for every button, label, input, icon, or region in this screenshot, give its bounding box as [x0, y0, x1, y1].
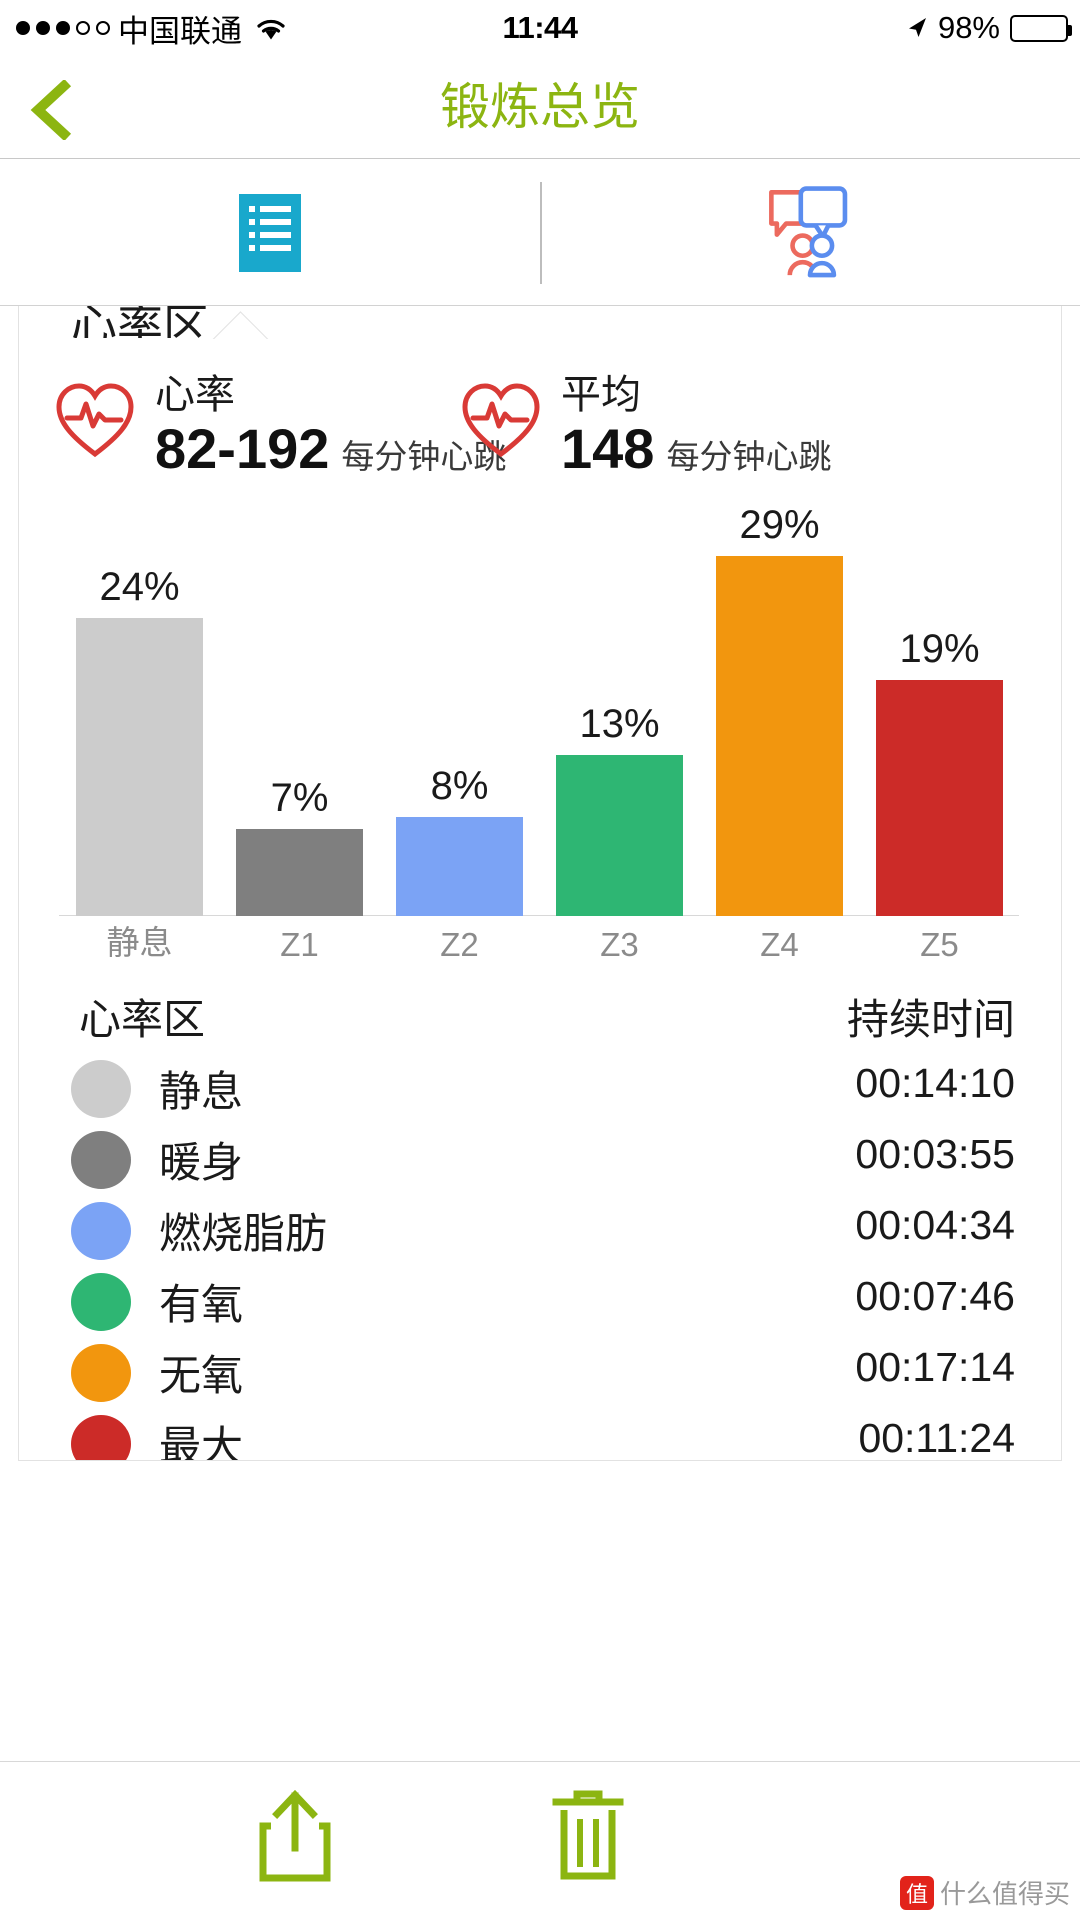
- zone-name: 暖身: [159, 1139, 244, 1186]
- stat-texts: 心率 82-192 每分钟心跳: [155, 372, 506, 480]
- card-notch: [203, 306, 295, 339]
- delete-button[interactable]: [528, 1788, 648, 1888]
- page-title: 锻炼总览: [440, 79, 640, 135]
- bar-value-label: 24%: [99, 565, 180, 609]
- zone-color-swatch: [71, 1415, 131, 1460]
- list-icon-row: [249, 218, 291, 225]
- tab-summary[interactable]: [0, 160, 540, 305]
- bar-column: 29% Z4: [716, 503, 843, 963]
- bar-value-label: 13%: [579, 702, 660, 746]
- zone-color-swatch: [71, 1131, 131, 1189]
- table-header-zone: 心率区: [79, 996, 206, 1043]
- bar-value-label: 7%: [270, 776, 329, 820]
- table-header-row: 心率区 持续时间: [19, 976, 1061, 1054]
- heart-rate-stats: 心率 82-192 每分钟心跳 平均 148 每分钟心跳: [19, 372, 1061, 482]
- zone-duration: 00:03:55: [855, 1131, 1015, 1177]
- nav-bar: 锻炼总览: [0, 56, 1080, 159]
- zone-duration: 00:17:14: [855, 1344, 1015, 1390]
- battery-percent-label: 98%: [937, 10, 1000, 45]
- share-button[interactable]: [235, 1788, 355, 1888]
- bar-value-label: 19%: [899, 627, 980, 671]
- bar-rect: [556, 755, 683, 916]
- bar-value-label: 8%: [430, 764, 489, 808]
- stat-heart-rate-range: 心率 82-192 每分钟心跳: [53, 372, 506, 480]
- bar-axis-label: Z2: [440, 926, 479, 963]
- table-header-duration: 持续时间: [846, 996, 1015, 1043]
- tab-bar: [0, 160, 1080, 306]
- app-screen: 中国联通 11:44 98% 锻炼总览 心率区 心率 82-192 每分钟心跳 …: [0, 0, 1080, 1921]
- bar-rect: [716, 556, 843, 916]
- tab-social[interactable]: [540, 160, 1080, 305]
- bar-rect: [236, 829, 363, 916]
- list-icon-row: [249, 244, 291, 251]
- zone-duration: 00:07:46: [855, 1273, 1015, 1319]
- bar-column: 24% 静息: [76, 565, 203, 961]
- table-row: 暖身 00:03:55: [19, 1125, 1061, 1196]
- zone-duration-table: 心率区 持续时间 静息 00:14:10 暖身 00:03:55 燃烧脂肪 00:04:3…: [19, 976, 1061, 1461]
- location-arrow-icon: [906, 16, 928, 40]
- bar-axis-label: Z5: [920, 926, 959, 963]
- trash-icon: [550, 1788, 626, 1889]
- status-bar: 中国联通 11:44 98%: [0, 0, 1080, 56]
- stat-label: 心率: [155, 373, 235, 417]
- heart-pulse-icon: [459, 380, 543, 460]
- bar-rect: [876, 680, 1003, 916]
- table-row: 最大 00:11:24: [19, 1409, 1061, 1461]
- zone-color-swatch: [71, 1273, 131, 1331]
- stat-value: 148: [561, 417, 655, 480]
- status-bar-right: 98%: [906, 0, 1072, 56]
- watermark: 值 什么值得买: [899, 1874, 1070, 1911]
- battery-cap: [1067, 24, 1072, 36]
- bar-column: 7% Z1: [236, 776, 363, 963]
- chart-baseline: [59, 915, 1019, 916]
- share-upload-icon: [255, 1788, 335, 1889]
- zone-duration: 00:04:34: [855, 1202, 1015, 1248]
- zone-name: 无氧: [159, 1352, 244, 1399]
- table-row: 静息 00:14:10: [19, 1054, 1061, 1125]
- chat-people-icon: [764, 179, 856, 286]
- table-row: 有氧 00:07:46: [19, 1267, 1061, 1338]
- stat-value-row: 82-192 每分钟心跳: [155, 418, 506, 480]
- zone-color-swatch: [71, 1202, 131, 1260]
- list-icon: [239, 193, 301, 272]
- stat-value-row: 148 每分钟心跳: [561, 418, 831, 480]
- watermark-text: 什么值得买: [939, 1879, 1070, 1909]
- list-icon-row: [249, 205, 291, 212]
- card-section-title: 心率区: [71, 306, 209, 338]
- bar-rect: [76, 618, 203, 916]
- zone-color-swatch: [71, 1060, 131, 1118]
- heart-rate-card: 心率区 心率 82-192 每分钟心跳 平均 148 每分钟心跳 24% 静息 …: [18, 306, 1062, 1461]
- bar-value-label: 29%: [739, 503, 820, 547]
- zone-duration: 00:11:24: [858, 1415, 1015, 1461]
- zone-name: 最大: [159, 1423, 244, 1461]
- bar-rect: [396, 817, 523, 916]
- watermark-badge: 值: [899, 1875, 934, 1910]
- stat-label: 平均: [561, 373, 641, 417]
- zone-color-swatch: [71, 1344, 131, 1402]
- heart-pulse-icon: [53, 380, 137, 460]
- stat-average-heart-rate: 平均 148 每分钟心跳: [459, 372, 831, 480]
- bar-column: 19% Z5: [876, 627, 1003, 963]
- zone-name: 有氧: [159, 1281, 244, 1328]
- table-row: 燃烧脂肪 00:04:34: [19, 1196, 1061, 1267]
- bottom-toolbar: 值 什么值得买: [0, 1761, 1080, 1921]
- zone-name: 燃烧脂肪: [159, 1210, 328, 1257]
- bar-axis-label: Z4: [760, 926, 799, 963]
- stat-texts: 平均 148 每分钟心跳: [561, 372, 831, 480]
- bar-axis-label: Z1: [280, 926, 319, 963]
- heart-rate-zone-bar-chart: 24% 静息 7% Z1 8% Z2 13% Z3 29% Z4 19% Z5: [59, 503, 1019, 966]
- list-icon-row: [249, 231, 291, 238]
- bar-column: 8% Z2: [396, 764, 523, 963]
- bar-axis-label: Z3: [600, 926, 639, 963]
- zone-duration: 00:14:10: [855, 1060, 1015, 1106]
- bar-column: 13% Z3: [556, 702, 683, 963]
- zone-name: 静息: [159, 1068, 244, 1115]
- bar-axis-label: 静息: [106, 924, 173, 961]
- table-row: 无氧 00:17:14: [19, 1338, 1061, 1409]
- stat-value: 82-192: [155, 417, 330, 480]
- battery-icon: [1010, 14, 1072, 42]
- stat-unit: 每分钟心跳: [666, 438, 832, 475]
